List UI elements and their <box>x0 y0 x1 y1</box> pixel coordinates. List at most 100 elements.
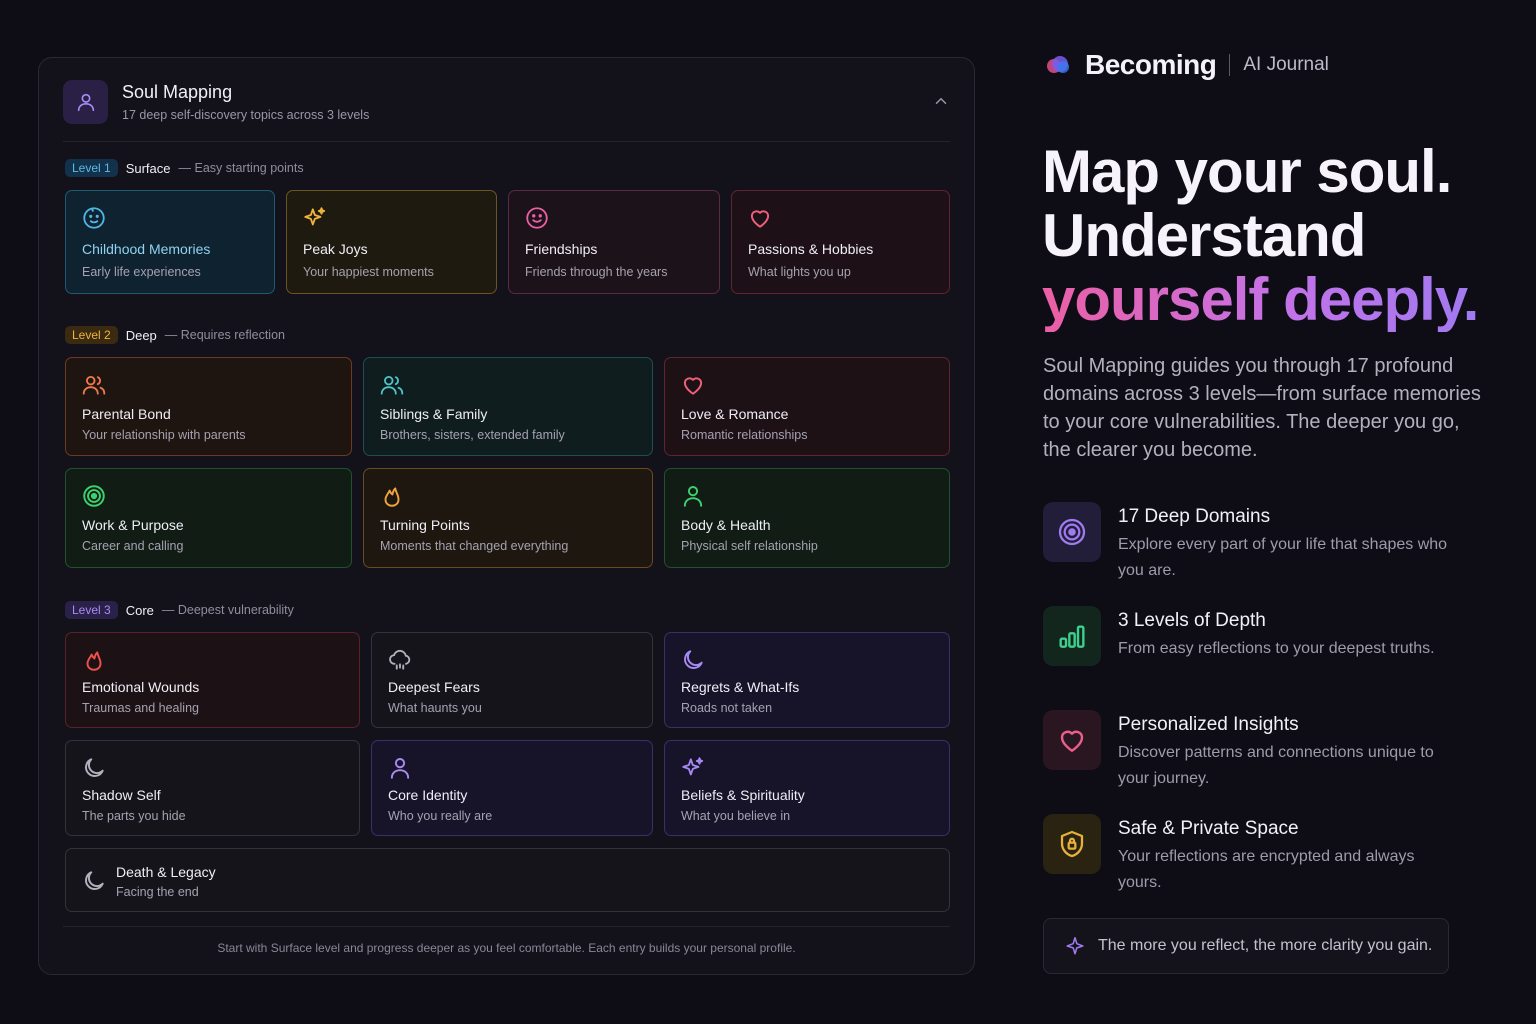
topic-card-work-purpose[interactable]: Work & Purpose Career and calling <box>65 468 352 568</box>
card-title: Shadow Self <box>82 787 161 803</box>
card-title: Siblings & Family <box>380 406 488 422</box>
panel-title: Soul Mapping <box>122 82 233 102</box>
card-title: Work & Purpose <box>82 517 184 533</box>
card-title: Death & Legacy <box>116 864 216 880</box>
brand-header: Becoming AI Journal <box>1043 48 1329 82</box>
card-title: Love & Romance <box>681 406 789 422</box>
brand-name: Becoming <box>1085 49 1217 80</box>
feature-desc: Explore every part of your life that sha… <box>1118 536 1448 579</box>
feature-desc: Your reflections are encrypted and alway… <box>1118 848 1415 891</box>
level-3-header: Level 3 Core — Deepest vulnerability <box>65 600 294 620</box>
moon-icon <box>85 871 104 890</box>
card-title: Passions & Hobbies <box>748 241 874 257</box>
level-pill: Level 3 <box>65 601 118 619</box>
card-subtitle: Brothers, sisters, extended family <box>380 428 565 442</box>
topic-card-beliefs-spirituality[interactable]: Beliefs & Spirituality What you believe … <box>664 740 950 836</box>
cloud-rain-icon <box>389 649 411 670</box>
sparkles-icon <box>682 757 704 776</box>
heart-icon <box>1043 710 1101 770</box>
heart-icon <box>683 377 703 395</box>
flame-icon <box>384 487 400 507</box>
card-title: Parental Bond <box>82 406 171 422</box>
card-subtitle: Your relationship with parents <box>82 428 246 442</box>
level-name: Core <box>125 602 154 618</box>
logo-icon <box>1047 56 1069 73</box>
chevron-up-icon[interactable] <box>932 92 950 110</box>
feature-title: Safe & Private Space <box>1118 818 1299 839</box>
hero-heading: Map your soul. Understand yourself deepl… <box>1042 138 1479 333</box>
user-icon <box>390 758 410 779</box>
level-pill: Level 2 <box>65 326 118 344</box>
shield-lock-icon <box>1043 814 1101 874</box>
topic-card-emotional-wounds[interactable]: Emotional Wounds Traumas and healing <box>65 632 360 728</box>
hero-line-3: yourself deeply. <box>1042 266 1479 333</box>
card-title: Beliefs & Spirituality <box>681 787 805 803</box>
panel-header[interactable]: Soul Mapping 17 deep self-discovery topi… <box>63 80 950 142</box>
target-icon <box>1043 502 1101 562</box>
card-title: Regrets & What-Ifs <box>681 679 800 695</box>
panel-footer: Start with Surface level and progress de… <box>63 926 950 955</box>
topic-card-parental-bond[interactable]: Parental Bond Your relationship with par… <box>65 357 352 456</box>
card-title: Childhood Memories <box>82 241 211 257</box>
card-title: Deepest Fears <box>388 679 480 695</box>
feature-personalized-insights: Personalized Insights Discover patterns … <box>1043 710 1483 790</box>
feature-title: 3 Levels of Depth <box>1118 610 1266 631</box>
level-name: Deep <box>125 327 157 343</box>
card-subtitle: Moments that changed everything <box>380 539 569 553</box>
card-subtitle: Physical self relationship <box>681 539 818 553</box>
card-subtitle: What you believe in <box>681 809 791 823</box>
topic-card-childhood-memories[interactable]: Childhood Memories Early life experience… <box>65 190 275 294</box>
card-title: Friendships <box>525 241 598 257</box>
topic-card-body-health[interactable]: Body & Health Physical self relationship <box>664 468 950 568</box>
card-subtitle: The parts you hide <box>82 809 186 823</box>
card-title: Peak Joys <box>303 241 368 257</box>
quote-text: The more you reflect, the more clarity y… <box>1098 937 1433 954</box>
target-icon <box>83 485 105 507</box>
topic-card-friendships[interactable]: Friendships Friends through the years <box>508 190 720 294</box>
topic-card-turning-points[interactable]: Turning Points Moments that changed ever… <box>363 468 653 568</box>
card-title: Body & Health <box>681 517 771 533</box>
card-subtitle: Early life experiences <box>82 265 201 279</box>
level-desc: — Requires reflection <box>164 328 285 342</box>
topic-card-deepest-fears[interactable]: Deepest Fears What haunts you <box>371 632 653 728</box>
user-icon <box>683 486 703 507</box>
reflection-quote: The more you reflect, the more clarity y… <box>1043 918 1449 974</box>
topic-card-death-legacy[interactable]: Death & Legacy Facing the end <box>65 848 950 912</box>
topic-card-core-identity[interactable]: Core Identity Who you really are <box>371 740 653 836</box>
level-pill: Level 1 <box>65 159 118 177</box>
bar-chart-icon <box>1043 606 1101 666</box>
card-title: Turning Points <box>380 517 470 533</box>
heart-icon <box>750 210 770 228</box>
card-subtitle: Romantic relationships <box>681 428 808 442</box>
topic-card-love-romance[interactable]: Love & Romance Romantic relationships <box>664 357 950 456</box>
topic-card-shadow-self[interactable]: Shadow Self The parts you hide <box>65 740 360 836</box>
topic-card-passions-hobbies[interactable]: Passions & Hobbies What lights you up <box>731 190 950 294</box>
card-subtitle: Facing the end <box>116 885 199 899</box>
topic-card-regrets-what-ifs[interactable]: Regrets & What-Ifs Roads not taken <box>664 632 950 728</box>
level-2-header: Level 2 Deep — Requires reflection <box>65 325 285 345</box>
feature-desc: Discover patterns and connections unique… <box>1118 744 1434 787</box>
card-subtitle: Traumas and healing <box>82 701 199 715</box>
card-subtitle: Who you really are <box>388 809 493 823</box>
topic-card-siblings-family[interactable]: Siblings & Family Brothers, sisters, ext… <box>363 357 653 456</box>
sparkle-icon <box>1066 936 1084 955</box>
sparkles-icon <box>304 207 326 226</box>
card-title: Emotional Wounds <box>82 679 200 695</box>
feature-title: 17 Deep Domains <box>1118 506 1271 527</box>
baby-face-icon <box>83 207 105 229</box>
card-subtitle: What lights you up <box>748 265 851 279</box>
moon-icon <box>684 650 703 669</box>
card-subtitle: What haunts you <box>388 701 482 715</box>
hero-line-1: Map your soul. <box>1042 138 1452 205</box>
level-desc: — Deepest vulnerability <box>161 603 294 617</box>
brand-tagline: AI Journal <box>1243 54 1329 75</box>
level-1-header: Level 1 Surface — Easy starting points <box>65 158 304 178</box>
card-subtitle: Roads not taken <box>681 701 773 715</box>
feature-safe-private: Safe & Private Space Your reflections ar… <box>1043 814 1483 894</box>
topic-card-peak-joys[interactable]: Peak Joys Your happiest moments <box>286 190 497 294</box>
level-desc: — Easy starting points <box>178 161 304 175</box>
card-subtitle: Career and calling <box>82 539 184 553</box>
users-icon <box>380 375 404 395</box>
flame-icon <box>86 651 102 671</box>
smile-icon <box>526 207 548 229</box>
